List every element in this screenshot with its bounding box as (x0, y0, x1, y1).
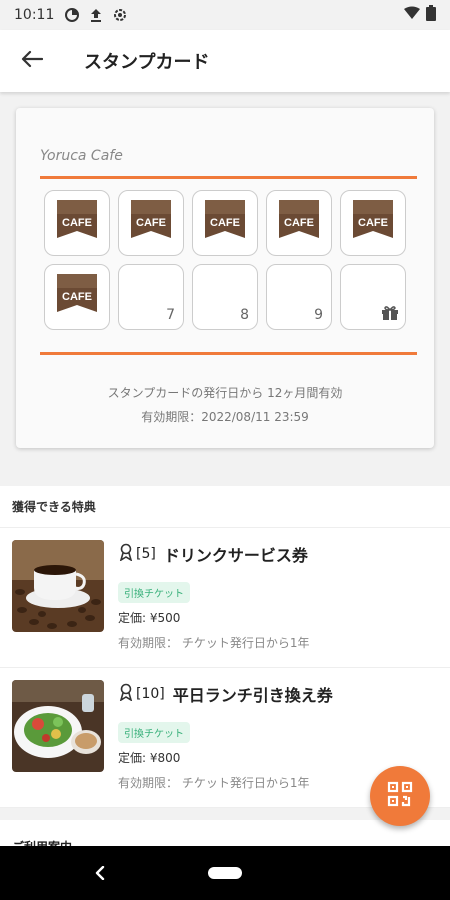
settings-icon (112, 7, 128, 23)
benefit-stamp-count: [10] (136, 686, 165, 702)
ticket-tag: 引換チケット (118, 722, 190, 743)
validity-note: スタンプカードの発行日から 12ヶ月間有効 (107, 386, 343, 400)
scroll-content[interactable]: Yoruca Cafe CAFE CAFE CAFE CAFE CAFE CAFE 7 8 9 … (0, 92, 450, 846)
coffee-photo (12, 540, 104, 632)
wifi-icon (404, 6, 420, 24)
status-bar: 10:11 (0, 0, 450, 30)
page-title: スタンプカード (84, 52, 210, 73)
benefit-price: 定価: ¥800 (118, 751, 181, 765)
stamp-slot-number: 7 (166, 307, 175, 323)
stamp-slot-number: 8 (240, 307, 249, 323)
svg-text:CAFE: CAFE (210, 217, 240, 229)
ribbon-icon (118, 543, 134, 565)
stamp-slot-filled: CAFE (340, 190, 406, 256)
upload-icon (88, 7, 104, 23)
card-divider-top (40, 176, 417, 179)
status-time: 10:11 (14, 7, 55, 23)
benefits-header: 獲得できる特典 (0, 486, 450, 528)
app-bar: スタンプカード (0, 30, 450, 92)
nav-back-button[interactable] (88, 861, 112, 885)
stamp-card-area: Yoruca Cafe CAFE CAFE CAFE CAFE CAFE CAFE 7 8 9 … (0, 92, 450, 486)
arrow-left-icon (21, 50, 44, 72)
stamp-slot-filled: CAFE (44, 190, 110, 256)
svg-text:CAFE: CAFE (62, 217, 92, 229)
svg-text:CAFE: CAFE (358, 217, 388, 229)
benefit-title: ドリンクサービス券 (163, 546, 308, 565)
svg-text:CAFE: CAFE (62, 291, 92, 303)
data-saver-icon (64, 7, 80, 23)
qr-code-button[interactable] (370, 766, 430, 826)
battery-icon (426, 5, 436, 25)
guide-header: ご利用案内 (0, 820, 450, 846)
cafe-stamp-icon: CAFE (55, 272, 99, 322)
stamp-slot-number: 9 (314, 307, 323, 323)
stamp-slot-filled: CAFE (192, 190, 258, 256)
back-button[interactable] (0, 30, 64, 92)
svg-text:CAFE: CAFE (284, 217, 314, 229)
shop-name: Yoruca Cafe (40, 148, 123, 164)
qr-code-icon (387, 781, 413, 811)
stamp-card: Yoruca Cafe CAFE CAFE CAFE CAFE CAFE CAFE 7 8 9 … (16, 108, 434, 448)
lunch-photo (12, 680, 104, 772)
benefit-price: 定価: ¥500 (118, 611, 181, 625)
stamp-slot-filled: CAFE (118, 190, 184, 256)
benefit-item-drink[interactable]: [5] ドリンクサービス券 引換チケット 定価: ¥500 有効期限： チケット… (0, 528, 450, 668)
cafe-stamp-icon: CAFE (351, 198, 395, 248)
stamp-slot-filled: CAFE (44, 264, 110, 330)
benefit-expiry: 有効期限： チケット発行日から1年 (118, 636, 310, 650)
system-nav-bar (0, 846, 450, 900)
stamp-slot-empty: 9 (266, 264, 332, 330)
nav-home-button[interactable] (208, 867, 242, 879)
stamp-slot-empty: 8 (192, 264, 258, 330)
stamp-slot-empty (340, 264, 406, 330)
ticket-tag: 引換チケット (118, 582, 190, 603)
benefit-title: 平日ランチ引き換え券 (172, 686, 333, 705)
cafe-stamp-icon: CAFE (55, 198, 99, 248)
cafe-stamp-icon: CAFE (203, 198, 247, 248)
svg-text:CAFE: CAFE (136, 217, 166, 229)
cafe-stamp-icon: CAFE (129, 198, 173, 248)
expiry-date: 有効期限：2022/08/11 23:59 (141, 410, 309, 424)
card-divider-bottom (40, 352, 417, 355)
benefit-stamp-count: [5] (136, 546, 156, 562)
stamp-grid: CAFE CAFE CAFE CAFE CAFE CAFE 7 8 9 (44, 190, 406, 330)
stamp-slot-filled: CAFE (266, 190, 332, 256)
stamp-slot-empty: 7 (118, 264, 184, 330)
benefits-section: 獲得できる特典 [5] ドリンクサービス券 引換チケット 定価: ¥500 有効… (0, 486, 450, 808)
gift-icon (381, 305, 399, 325)
cafe-stamp-icon: CAFE (277, 198, 321, 248)
ribbon-icon (118, 683, 134, 705)
